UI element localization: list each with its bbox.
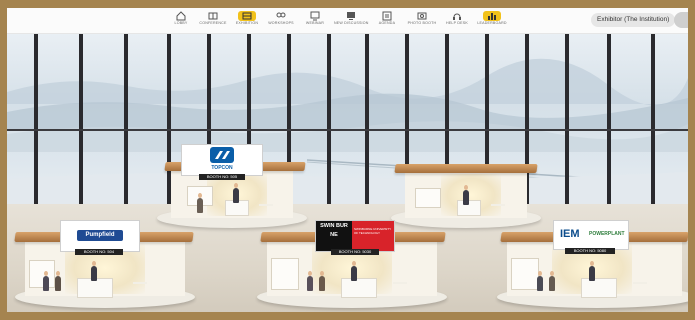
topcon-logo-icon <box>210 147 234 163</box>
nav-item-exhibition[interactable]: EXHIBITION <box>230 11 264 31</box>
nav-label: WEBINAR <box>305 21 325 25</box>
nav-label: AGENDA <box>378 21 396 25</box>
nav-label: CONFERENCE <box>199 21 227 25</box>
nav-label: NEW DISCUSSION <box>334 21 369 25</box>
nav-item-conference[interactable]: CONFERENCE <box>196 11 230 31</box>
nav-item-webinar[interactable]: WEBINAR <box>298 11 332 31</box>
leaderboard-icon <box>483 11 501 21</box>
conference-icon <box>204 11 222 21</box>
nav-label: WORKSHOPS <box>268 21 294 25</box>
exhibition-icon <box>238 11 256 21</box>
user-avatar[interactable] <box>674 12 688 28</box>
nav-label: LEADERBOARD <box>477 21 507 25</box>
booth-number-label: BOOTH NO: 5080 <box>565 248 615 254</box>
nav-item-workshops[interactable]: WORKSHOPS <box>264 11 298 31</box>
exhibition-hall: TOPCON BOOTH NO: 505 Pumpfield BOOTH NO:… <box>7 34 688 312</box>
webinar-icon <box>306 11 324 21</box>
lobby-icon <box>172 11 190 21</box>
photo-frame: LOBBY CONFERENCE EXHIBITION WORKSHOPS WE… <box>0 0 695 320</box>
booth-sign-swinburne[interactable]: SWIN BUR NE SWINBURNE UNIVERSITY OF TECH… <box>315 220 395 252</box>
booth-number-label: BOOTH NO: 5030 <box>331 249 379 255</box>
window-frame <box>7 34 688 214</box>
booth-name: TOPCON <box>211 165 233 171</box>
nav-item-lobby[interactable]: LOBBY <box>164 11 198 31</box>
booth-subtitle: POWERPLANT <box>589 231 625 237</box>
booth-name: SWIN BUR NE <box>316 221 352 251</box>
virtual-expo-window: LOBBY CONFERENCE EXHIBITION WORKSHOPS WE… <box>7 8 688 312</box>
booth-name: Pumpfield <box>77 230 123 241</box>
booth-number-label: BOOTH NO: 504 <box>75 249 123 255</box>
discussion-icon <box>342 11 360 21</box>
nav-label: EXHIBITION <box>235 21 259 25</box>
nav-item-agenda[interactable]: AGENDA <box>370 11 404 31</box>
top-navigation-bar: LOBBY CONFERENCE EXHIBITION WORKSHOPS WE… <box>7 8 688 34</box>
booth-subtitle: SWINBURNE UNIVERSITY OF TECHNOLOGY <box>352 221 394 251</box>
nav-item-photo-booth[interactable]: PHOTO BOOTH <box>405 11 439 31</box>
nav-item-leaderboard[interactable]: LEADERBOARD <box>475 11 509 31</box>
booth-sign-iem[interactable]: IEM POWERPLANT <box>553 220 629 250</box>
nav-label: LOBBY <box>174 21 188 25</box>
exhibitor-button[interactable]: Exhibitor (The Institution) <box>591 13 676 27</box>
booth-sign-pumpfield[interactable]: Pumpfield <box>60 220 140 252</box>
workshops-icon <box>272 11 290 21</box>
agenda-icon <box>378 11 396 21</box>
nav-item-help-desk[interactable]: HELP DESK <box>440 11 474 31</box>
nav-label: PHOTO BOOTH <box>407 21 437 25</box>
photo-booth-icon <box>413 11 431 21</box>
booth-sign-topcon[interactable]: TOPCON <box>181 144 263 176</box>
booth-number-label: BOOTH NO: 505 <box>199 174 245 180</box>
booth-name: IEM <box>560 228 580 240</box>
help-desk-icon <box>448 11 466 21</box>
nav-label: HELP DESK <box>446 21 468 25</box>
nav-item-new-discussion[interactable]: NEW DISCUSSION <box>334 11 368 31</box>
